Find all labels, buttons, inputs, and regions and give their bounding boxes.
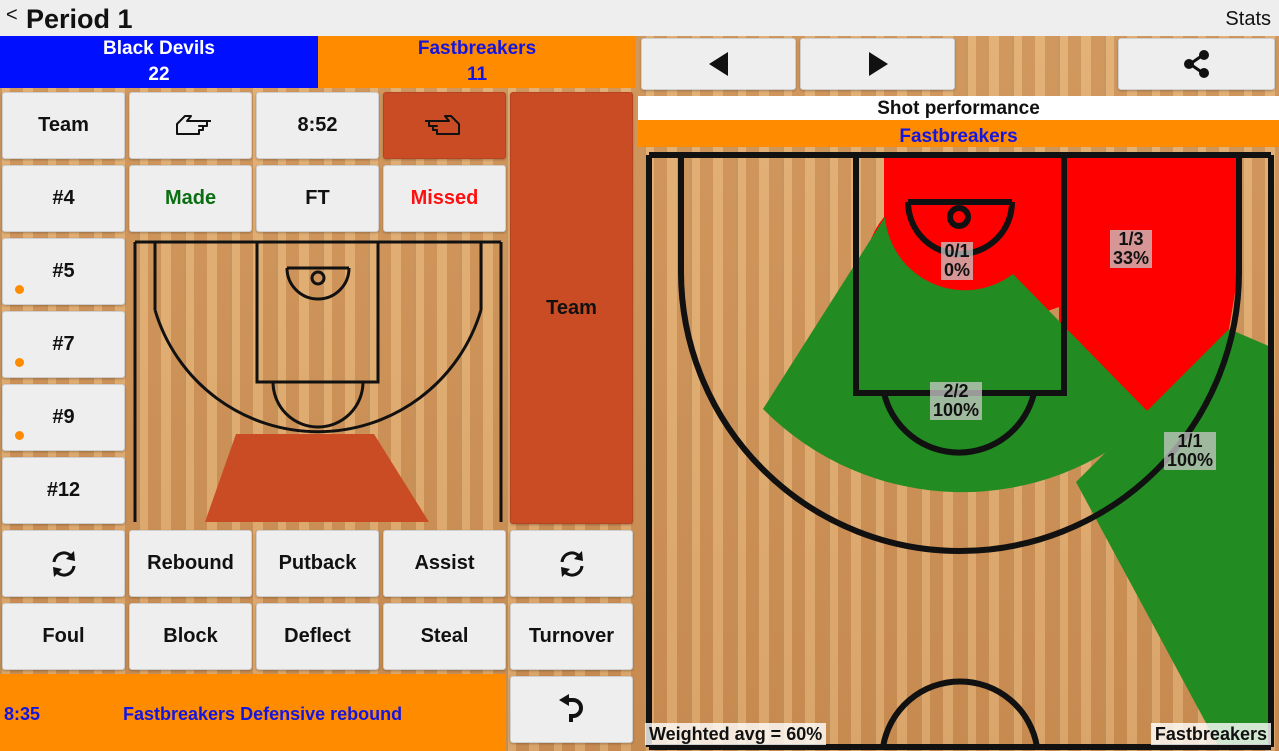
zone-made-total: 2/2 — [943, 381, 969, 401]
deflect-button[interactable]: Deflect — [256, 603, 379, 670]
shot-performance-title: Shot performance — [638, 96, 1279, 120]
team-home-box[interactable]: Black Devils 22 — [0, 36, 318, 88]
player-button-7[interactable]: #7 — [2, 311, 125, 378]
on-court-indicator — [15, 431, 24, 440]
pointing-right-hand-icon[interactable] — [383, 92, 506, 159]
team-away-name: Fastbreakers — [417, 38, 537, 59]
selected-shot-zone — [205, 434, 429, 522]
last-event-time: 8:35 — [4, 704, 41, 724]
team-home-name: Black Devils — [103, 38, 215, 59]
putback-button[interactable]: Putback — [256, 530, 379, 597]
zone-stat-right-wing: 1/3 33% — [1110, 229, 1153, 268]
zone-made-total: 1/1 — [1177, 431, 1203, 451]
player-button-12[interactable]: #12 — [2, 457, 125, 524]
chart-team-name: Fastbreakers — [1150, 723, 1271, 745]
rebound-button[interactable]: Rebound — [129, 530, 252, 597]
swap-button-right[interactable] — [510, 530, 633, 597]
next-arrow-icon — [868, 52, 888, 76]
turnover-button[interactable]: Turnover — [510, 603, 633, 670]
pointing-left-hand-icon[interactable] — [129, 92, 252, 159]
swap-button-left[interactable] — [2, 530, 125, 597]
steal-button[interactable]: Steal — [383, 603, 506, 670]
last-event-text: Fastbreakers Defensive rebound — [123, 704, 403, 724]
assist-button[interactable]: Assist — [383, 530, 506, 597]
on-court-indicator — [15, 358, 24, 367]
share-icon — [1183, 50, 1209, 78]
team-home-score: 22 — [148, 64, 170, 85]
player-number-label: #5 — [52, 260, 75, 282]
free-throw-button[interactable]: FT — [256, 165, 379, 232]
player-button-5[interactable]: #5 — [2, 238, 125, 305]
zone-made-total: 1/3 — [1118, 229, 1144, 249]
zone-pct: 100% — [933, 400, 980, 420]
player-number-label: #7 — [52, 333, 75, 355]
undo-icon — [558, 693, 583, 722]
page-title: Period 1 — [26, 4, 133, 34]
made-button[interactable]: Made — [129, 165, 252, 232]
zone-pct: 100% — [1167, 450, 1214, 470]
weighted-average: Weighted avg = 60% — [645, 723, 827, 745]
swap-icon — [560, 550, 583, 577]
team-button[interactable]: Team — [2, 92, 125, 159]
back-icon[interactable]: < — [6, 4, 18, 27]
player-button-9[interactable]: #9 — [2, 384, 125, 451]
player-button-4[interactable]: #4 — [2, 165, 125, 232]
next-button[interactable] — [800, 38, 955, 90]
prev-arrow-icon — [708, 52, 728, 76]
stats-link[interactable]: Stats — [1225, 8, 1271, 31]
team-away-box[interactable]: Fastbreakers 11 — [318, 36, 636, 88]
top-bar — [0, 0, 1279, 36]
swap-icon — [52, 550, 75, 577]
zone-pct: 33% — [1113, 248, 1150, 268]
on-court-indicator — [15, 285, 24, 294]
zone-pct: 0% — [944, 260, 971, 280]
prev-button[interactable] — [641, 38, 796, 90]
undo-button[interactable] — [510, 676, 633, 743]
team-away-score: 11 — [466, 64, 488, 85]
zone-stat-right-corner: 1/1 100% — [1164, 431, 1217, 470]
shot-entry-court[interactable] — [129, 238, 507, 524]
zone-stat-paint: 0/1 0% — [941, 241, 974, 280]
zone-made-total: 0/1 — [944, 241, 970, 261]
foul-button[interactable]: Foul — [2, 603, 125, 670]
player-number-label: #9 — [52, 406, 75, 428]
missed-button[interactable]: Missed — [383, 165, 506, 232]
block-button[interactable]: Block — [129, 603, 252, 670]
game-clock[interactable]: 8:52 — [256, 92, 379, 159]
shot-performance-team: Fastbreakers — [638, 120, 1279, 147]
team-side-button[interactable]: Team — [510, 92, 633, 524]
share-button[interactable] — [1118, 38, 1275, 90]
zone-stat-midrange: 2/2 100% — [930, 381, 983, 420]
